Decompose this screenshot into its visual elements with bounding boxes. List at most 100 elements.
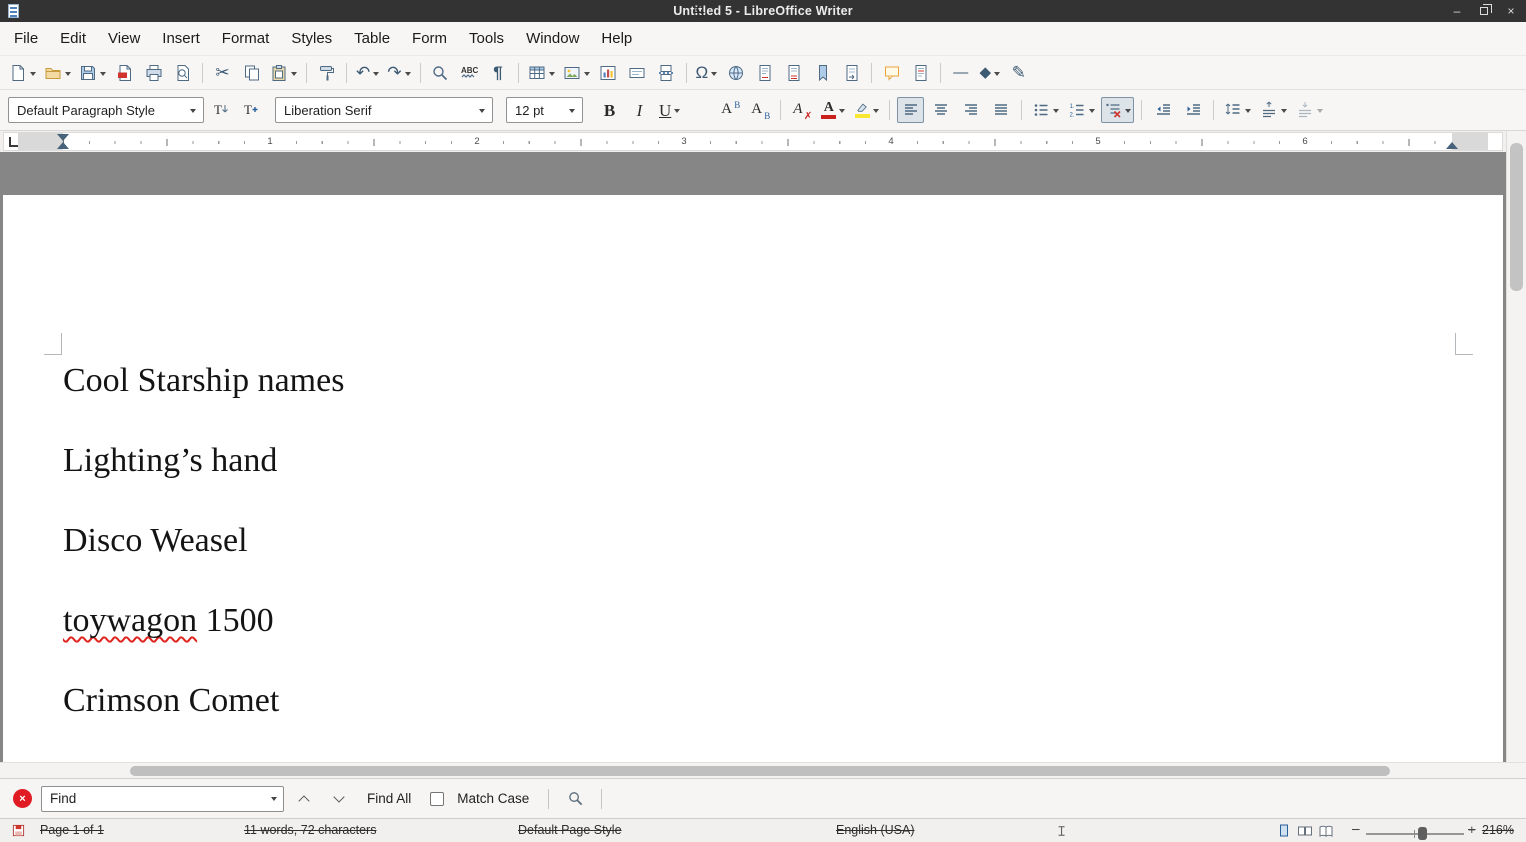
- show-draw-functions-button[interactable]: ✎: [1005, 60, 1032, 86]
- insert-mode-indicator[interactable]: [1056, 825, 1068, 840]
- ordered-list-button[interactable]: 1.2.: [1065, 97, 1098, 123]
- zoom-out-button[interactable]: −: [1352, 822, 1360, 837]
- find-and-replace-button[interactable]: [560, 786, 590, 812]
- paragraph[interactable]: Crimson Comet: [63, 678, 1473, 723]
- menu-table[interactable]: Table: [343, 25, 401, 52]
- menu-styles[interactable]: Styles: [280, 25, 343, 52]
- increase-paragraph-spacing-button[interactable]: [1257, 97, 1290, 123]
- highlight-color-button[interactable]: [851, 97, 882, 123]
- vertical-scrollbar-thumb[interactable]: [1510, 143, 1523, 291]
- new-style-button[interactable]: T: [237, 97, 264, 123]
- insert-chart-button[interactable]: [595, 60, 622, 86]
- zoom-in-button[interactable]: +: [1468, 822, 1476, 837]
- insert-hyperlink-button[interactable]: [722, 60, 749, 86]
- menu-format[interactable]: Format: [211, 25, 281, 52]
- print-button[interactable]: [140, 60, 167, 86]
- paste-button[interactable]: [267, 60, 300, 86]
- new-document-button[interactable]: [6, 60, 39, 86]
- book-view-icon[interactable]: [1318, 823, 1334, 839]
- match-case-checkbox[interactable]: [430, 792, 444, 806]
- zoom-slider-knob[interactable]: [1418, 827, 1427, 840]
- clear-formatting-button[interactable]: A✗: [788, 97, 815, 123]
- font-name-combobox[interactable]: Liberation Serif: [275, 97, 493, 123]
- close-find-bar-button[interactable]: ×: [13, 789, 32, 808]
- redo-button[interactable]: ↷: [384, 60, 413, 86]
- page-count[interactable]: Page 1 of 1: [40, 823, 104, 837]
- right-indent-marker[interactable]: [1446, 142, 1458, 149]
- decrease-indent-button[interactable]: [1149, 97, 1176, 123]
- insert-bookmark-button[interactable]: [809, 60, 836, 86]
- horizontal-scrollbar[interactable]: [0, 762, 1526, 778]
- horizontal-ruler[interactable]: 1 2 3 4 5 6: [3, 132, 1503, 151]
- left-indent-marker[interactable]: [57, 142, 69, 149]
- menu-edit[interactable]: Edit: [49, 25, 97, 52]
- page[interactable]: Cool Starship names Lighting’s hand Disc…: [3, 195, 1503, 762]
- export-pdf-button[interactable]: [111, 60, 138, 86]
- update-style-button[interactable]: T: [207, 97, 234, 123]
- restore-button[interactable]: [1477, 5, 1491, 17]
- paragraph[interactable]: toywagon 1500: [63, 598, 1473, 643]
- align-left-button[interactable]: [897, 97, 924, 123]
- open-button[interactable]: [41, 60, 74, 86]
- undo-button[interactable]: ↶: [353, 60, 382, 86]
- document-text[interactable]: Cool Starship names Lighting’s hand Disc…: [3, 195, 1503, 723]
- find-replace-button[interactable]: [427, 60, 454, 86]
- text-language[interactable]: English (USA): [836, 823, 915, 837]
- line-spacing-button[interactable]: [1221, 97, 1254, 123]
- menu-insert[interactable]: Insert: [151, 25, 211, 52]
- insert-table-button[interactable]: [525, 60, 558, 86]
- word-count[interactable]: 11 words, 72 characters: [244, 823, 376, 837]
- align-right-button[interactable]: [957, 97, 984, 123]
- paragraph[interactable]: Cool Starship names: [63, 358, 1473, 403]
- formatting-marks-button[interactable]: ¶: [485, 60, 512, 86]
- menu-window[interactable]: Window: [515, 25, 590, 52]
- multi-page-view-icon[interactable]: [1297, 823, 1313, 839]
- copy-button[interactable]: [238, 60, 265, 86]
- menu-tools[interactable]: Tools: [458, 25, 515, 52]
- zoom-slider[interactable]: [1366, 833, 1464, 835]
- print-preview-button[interactable]: [169, 60, 196, 86]
- page-style[interactable]: Default Page Style: [518, 823, 622, 837]
- insert-comment-button[interactable]: [878, 60, 905, 86]
- paragraph[interactable]: Disco Weasel: [63, 518, 1473, 563]
- track-changes-button[interactable]: [907, 60, 934, 86]
- bold-button[interactable]: B: [596, 97, 623, 123]
- menu-view[interactable]: View: [97, 25, 151, 52]
- paragraph-text[interactable]: 1500: [197, 602, 274, 639]
- menu-help[interactable]: Help: [590, 25, 643, 52]
- paragraph-style-combobox[interactable]: Default Paragraph Style: [8, 97, 204, 123]
- horizontal-scrollbar-thumb[interactable]: [130, 766, 1390, 776]
- horizontal-line-button[interactable]: —: [947, 60, 974, 86]
- align-center-button[interactable]: [927, 97, 954, 123]
- underline-button[interactable]: U: [656, 97, 683, 123]
- insert-textbox-button[interactable]: [624, 60, 651, 86]
- spelling-button[interactable]: ABC: [456, 60, 483, 86]
- insert-pagebreak-button[interactable]: [653, 60, 680, 86]
- misspelled-word[interactable]: toywagon: [63, 602, 197, 639]
- font-color-button[interactable]: A: [818, 97, 848, 123]
- italic-button[interactable]: I: [626, 97, 653, 123]
- close-button[interactable]: ×: [1504, 5, 1518, 17]
- insert-endnote-button[interactable]: [780, 60, 807, 86]
- insert-cross-reference-button[interactable]: [838, 60, 865, 86]
- cut-button[interactable]: ✂: [209, 60, 236, 86]
- basic-shapes-button[interactable]: ◆: [976, 60, 1003, 86]
- align-justify-button[interactable]: [987, 97, 1014, 123]
- match-case-label[interactable]: Match Case: [449, 791, 537, 806]
- minimize-button[interactable]: –: [1450, 5, 1464, 17]
- paragraph[interactable]: Lighting’s hand: [63, 438, 1473, 483]
- subscript-button[interactable]: AB: [746, 97, 773, 123]
- insert-image-button[interactable]: [560, 60, 593, 86]
- find-input[interactable]: [41, 786, 284, 812]
- menu-file[interactable]: File: [3, 25, 49, 52]
- strikethrough-button[interactable]: S: [686, 97, 713, 123]
- tab-stop-selector-icon[interactable]: [9, 137, 18, 147]
- font-size-combobox[interactable]: 12 pt: [506, 97, 583, 123]
- clone-formatting-button[interactable]: [313, 60, 340, 86]
- single-page-view-icon[interactable]: [1276, 823, 1292, 839]
- unordered-list-button[interactable]: [1029, 97, 1062, 123]
- find-previous-button[interactable]: [289, 786, 319, 812]
- zoom-level[interactable]: 216%: [1482, 823, 1514, 837]
- find-next-button[interactable]: [324, 786, 354, 812]
- superscript-button[interactable]: AB: [716, 97, 743, 123]
